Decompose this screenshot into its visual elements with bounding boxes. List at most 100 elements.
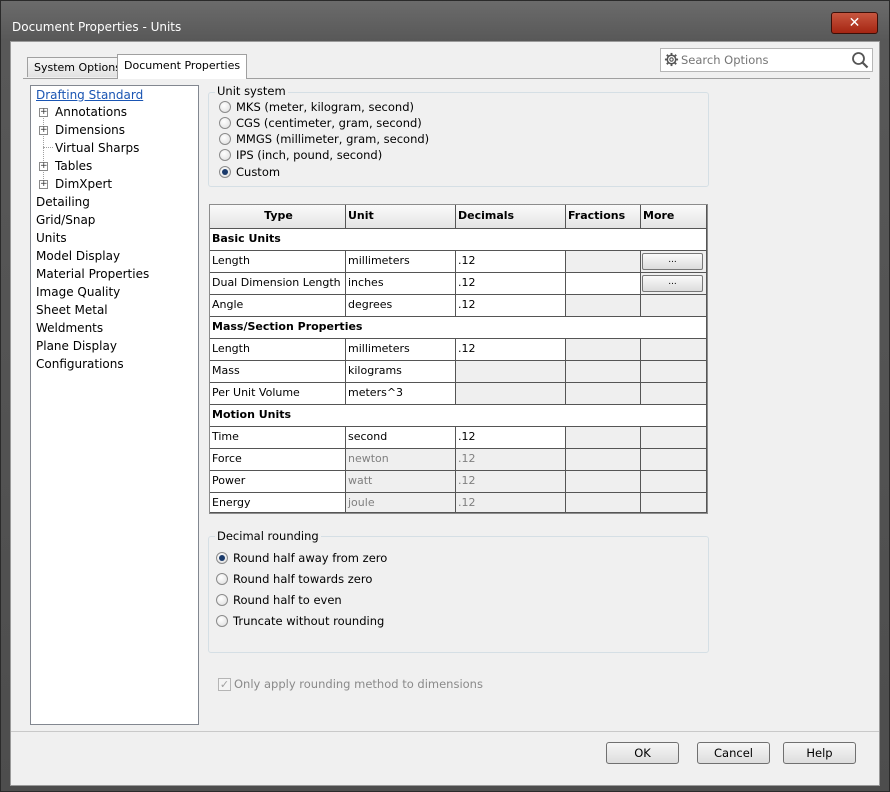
tree-item-image-quality[interactable]: Image Quality	[36, 284, 120, 300]
unit-cell: watt	[346, 471, 456, 493]
tree-item-label: Virtual Sharps	[55, 141, 140, 155]
decimals-cell: .12	[456, 449, 566, 471]
radio-button[interactable]	[216, 552, 228, 564]
more-cell	[641, 361, 707, 383]
more-cell: ...	[641, 251, 707, 273]
radio-button[interactable]	[219, 117, 231, 129]
radio-label: Round half to even	[233, 593, 342, 607]
column-header-decimals: Decimals	[456, 205, 566, 229]
unit-cell[interactable]: second	[346, 427, 456, 449]
decimals-cell[interactable]: .12	[456, 251, 566, 273]
tree-item-units[interactable]: Units	[36, 230, 67, 246]
tree-item-label: Drafting Standard	[36, 88, 144, 102]
search-icon[interactable]	[851, 51, 869, 72]
tree-item-dimensions[interactable]: Dimensions	[55, 122, 125, 138]
fractions-cell	[566, 361, 641, 383]
tree-item-drafting-standard[interactable]: Drafting Standard	[36, 87, 143, 103]
more-button[interactable]: ...	[642, 275, 703, 292]
tree-item-dimxpert[interactable]: DimXpert	[55, 176, 112, 192]
tree-item-tables[interactable]: Tables	[55, 158, 92, 174]
unit-cell[interactable]: degrees	[346, 295, 456, 317]
tree-item-virtual-sharps[interactable]: Virtual Sharps	[55, 140, 139, 156]
column-header-type: Type	[210, 205, 346, 229]
tree-item-detailing[interactable]: Detailing	[36, 194, 90, 210]
only-apply-label: Only apply rounding method to dimensions	[234, 677, 483, 691]
tree-item-label: Material Properties	[36, 267, 150, 281]
radio-button[interactable]	[219, 101, 231, 113]
fractions-cell	[566, 493, 641, 513]
tree-item-material-properties[interactable]: Material Properties	[36, 266, 149, 282]
section-basic-units: Basic Units	[210, 229, 707, 251]
decimals-cell[interactable]: .12	[456, 339, 566, 361]
decimals-cell[interactable]: .12	[456, 427, 566, 449]
more-cell	[641, 493, 707, 513]
search-input[interactable]	[681, 52, 841, 68]
gear-icon	[664, 52, 679, 70]
type-cell: Mass	[210, 361, 346, 383]
fractions-cell	[566, 449, 641, 471]
options-tree[interactable]: Drafting Standard + Annotations + Dimens…	[30, 85, 199, 725]
type-cell: Length	[210, 339, 346, 361]
cancel-button[interactable]: Cancel	[697, 742, 770, 764]
fractions-cell[interactable]	[566, 273, 641, 295]
type-cell: Force	[210, 449, 346, 471]
ok-button[interactable]: OK	[606, 742, 679, 764]
decimals-cell	[456, 361, 566, 383]
window-title: Document Properties - Units	[12, 20, 182, 34]
radio-button[interactable]	[216, 594, 228, 606]
unit-cell[interactable]: inches	[346, 273, 456, 295]
help-button[interactable]: Help	[783, 742, 856, 764]
expand-icon[interactable]: +	[39, 108, 48, 117]
tree-item-annotations[interactable]: Annotations	[55, 104, 127, 120]
radio-label: CGS (centimeter, gram, second)	[236, 116, 422, 130]
tab-document-properties[interactable]: Document Properties	[117, 54, 248, 79]
tree-item-model-display[interactable]: Model Display	[36, 248, 120, 264]
more-cell: ...	[641, 273, 707, 295]
expand-icon[interactable]: +	[39, 126, 48, 135]
decimals-cell[interactable]: .12	[456, 273, 566, 295]
radio-label: IPS (inch, pound, second)	[236, 148, 383, 162]
more-cell	[641, 449, 707, 471]
tree-item-plane-display[interactable]: Plane Display	[36, 338, 117, 354]
tree-item-label: Sheet Metal	[36, 303, 108, 317]
title-bar[interactable]: Document Properties - Units ✕	[1, 1, 889, 41]
search-box[interactable]	[660, 48, 873, 72]
tree-item-sheet-metal[interactable]: Sheet Metal	[36, 302, 108, 318]
unit-cell[interactable]: millimeters	[346, 251, 456, 273]
tab-label: Document Properties	[124, 59, 241, 72]
more-cell	[641, 383, 707, 405]
fractions-cell	[566, 251, 641, 273]
decimals-cell	[456, 383, 566, 405]
type-cell: Power	[210, 471, 346, 493]
radio-button[interactable]	[219, 133, 231, 145]
fractions-cell	[566, 383, 641, 405]
tree-item-weldments[interactable]: Weldments	[36, 320, 103, 336]
type-cell: Angle	[210, 295, 346, 317]
expand-icon[interactable]: +	[39, 162, 48, 171]
radio-button[interactable]	[219, 166, 231, 178]
tree-item-grid-snap[interactable]: Grid/Snap	[36, 212, 95, 228]
tree-item-label: Model Display	[36, 249, 121, 263]
section-motion-units: Motion Units	[210, 405, 707, 427]
type-cell: Dual Dimension Length	[210, 273, 346, 295]
tree-item-configurations[interactable]: Configurations	[36, 356, 124, 372]
unit-cell[interactable]: millimeters	[346, 339, 456, 361]
section-mass-properties: Mass/Section Properties	[210, 317, 707, 339]
type-cell: Length	[210, 251, 346, 273]
more-button[interactable]: ...	[642, 253, 703, 270]
expand-icon[interactable]: +	[39, 180, 48, 189]
tab-system-options[interactable]: System Options	[27, 57, 128, 77]
radio-button[interactable]	[219, 149, 231, 161]
unit-cell[interactable]: kilograms	[346, 361, 456, 383]
unit-cell[interactable]: meters^3	[346, 383, 456, 405]
radio-label: Custom	[236, 165, 281, 179]
unit-cell: joule	[346, 493, 456, 513]
radio-button[interactable]	[216, 573, 228, 585]
only-apply-checkbox[interactable]: ✓	[218, 678, 231, 691]
radio-button[interactable]	[216, 615, 228, 627]
tree-item-label: Units	[36, 231, 67, 245]
fractions-cell	[566, 427, 641, 449]
radio-label: Round half towards zero	[233, 572, 373, 586]
decimals-cell[interactable]: .12	[456, 295, 566, 317]
close-button[interactable]: ✕	[831, 12, 878, 34]
